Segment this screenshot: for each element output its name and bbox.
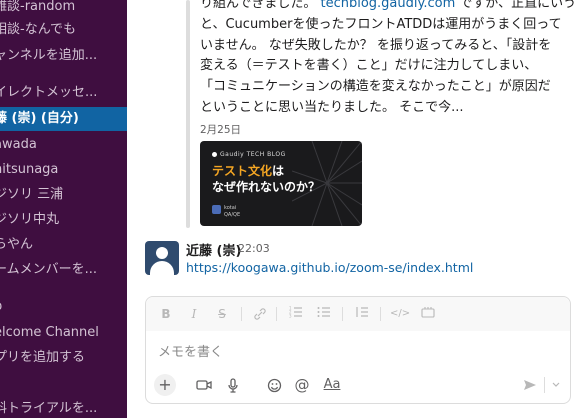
message-author[interactable]: 近藤 (崇) [186,240,241,259]
sidebar-item-free-trial[interactable]: 料トライアルを... [0,397,127,418]
message-timestamp[interactable]: 22:03 [238,242,270,255]
unfurl-image[interactable]: Gaudiy TECH BLOG テスト文化は なぜ作れないのか？ kotai Q… [200,141,362,226]
toolbar-divider [241,307,242,321]
toolbar-divider [380,307,381,321]
sidebar-item-app[interactable]: p [0,295,127,319]
microphone-icon[interactable] [223,375,243,395]
sidebar-item-mitsunaga[interactable]: hitsunaga [0,158,127,182]
sidebar-item-add-app[interactable]: プリを追加する [0,346,127,370]
send-button[interactable] [520,375,540,395]
video-icon[interactable] [194,375,214,395]
card-brand: Gaudiy TECH BLOG [212,151,286,158]
card-author-avatar [212,205,221,214]
sidebar-item-welcome-channel[interactable]: elcome Channel [0,321,127,345]
unfurl-date: 2月25日 [200,124,242,136]
svg-text:3: 3 [289,314,292,319]
quote-bar [186,0,190,228]
code-block-icon[interactable] [418,305,438,323]
unfurl-link[interactable]: techblog.gaudiy.com [321,0,456,11]
sidebar-item-nakamaru[interactable]: ジソリ中丸 [0,208,127,232]
sidebar-item-add-channel[interactable]: ャンネルを追加... [0,44,127,68]
add-attachment-button[interactable]: + [154,374,176,396]
chevron-down-icon[interactable] [548,375,564,395]
text-format-icon[interactable]: Aa [320,375,344,395]
message-link[interactable]: https://koogawa.github.io/zoom-se/index.… [186,260,473,275]
mention-icon[interactable]: @ [292,375,312,395]
avatar[interactable] [145,241,179,275]
italic-icon[interactable]: I [184,305,204,323]
strikethrough-icon[interactable]: S [212,305,232,323]
unfurl-description: り組んできました。 techblog.gaudiy.com ですが、正直にいう … [200,0,576,119]
blockquote-icon[interactable] [352,305,372,323]
code-icon[interactable]: </> [390,305,410,323]
sidebar-item-miura[interactable]: ジソリ 三浦 [0,183,127,207]
sidebar-item-self-dm[interactable]: 藤 (崇) (自分) [0,107,127,131]
emoji-icon[interactable] [264,375,284,395]
sidebar-item-add-members[interactable]: ームメンバーを... [0,258,127,282]
send-divider [544,377,545,393]
formatting-toolbar: B I S 123 </> [146,297,570,331]
card-title: テスト文化は なぜ作れないのか？ [212,164,321,194]
bulleted-list-icon[interactable] [314,305,334,323]
ordered-list-icon[interactable]: 123 [286,305,306,323]
sidebar: 雑談-random 相談-なんでも ャンネルを追加... イレクトメッセ... … [0,0,127,418]
message-composer: B I S 123 </> メモを書く + @ Aa [145,296,571,404]
bold-icon[interactable]: B [156,305,176,323]
sidebar-item-consult[interactable]: 相談-なんでも [0,18,127,42]
sidebar-item-random[interactable]: 雑談-random [0,0,127,19]
sidebar-item-chan[interactable]: らやん [0,233,127,257]
toolbar-divider [342,307,343,321]
sidebar-item-direct-messages[interactable]: イレクトメッセ... [0,81,127,105]
toolbar-divider [276,307,277,321]
sidebar-item-kawada[interactable]: awada [0,133,127,157]
message-input[interactable]: メモを書く [158,341,223,360]
link-icon[interactable] [250,305,270,323]
